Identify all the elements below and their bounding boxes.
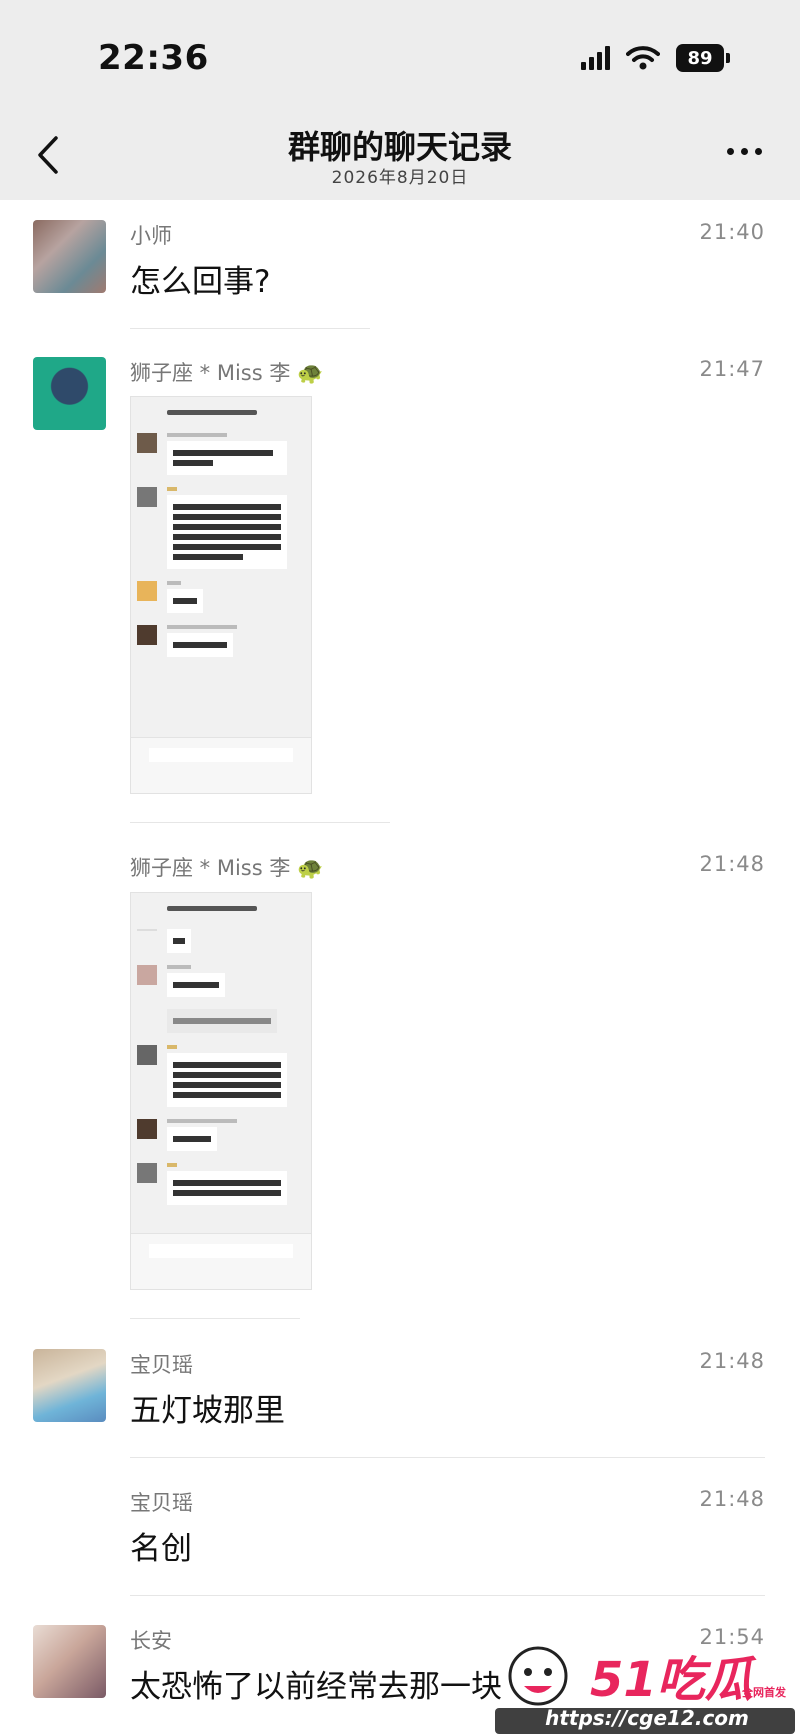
- divider: [130, 328, 370, 329]
- message-text: 五灯坡那里: [130, 1393, 285, 1429]
- avatar[interactable]: [33, 220, 106, 293]
- watermark-url: https://cge12.com: [545, 1706, 749, 1730]
- message-text: 名创: [130, 1531, 192, 1567]
- screenshot-attachment[interactable]: [130, 396, 312, 794]
- sender-name: 狮子座 * Miss 李 🐢: [130, 357, 323, 387]
- sender-name-text: 狮子座 * Miss 李: [130, 361, 291, 385]
- message-time: 21:47: [699, 357, 765, 381]
- sender-name: 长安: [130, 1629, 172, 1653]
- screenshot-attachment[interactable]: [130, 892, 312, 1290]
- divider: [130, 822, 390, 823]
- avatar[interactable]: [33, 357, 106, 430]
- top-bar: 22:36 89 群聊的聊天记录 2026年8月20日: [0, 0, 800, 200]
- message-time: 21:48: [699, 852, 765, 876]
- wifi-icon: [626, 46, 660, 70]
- sender-name-text: 狮子座 * Miss 李: [130, 856, 291, 880]
- battery-level: 89: [676, 44, 724, 72]
- cellular-signal-icon: [581, 46, 610, 70]
- watermark-tagline: 全网首发: [742, 1686, 786, 1699]
- divider: [130, 1457, 765, 1458]
- turtle-icon: 🐢: [297, 856, 324, 880]
- sender-name: 宝贝瑶: [130, 1491, 193, 1515]
- page-subtitle-date: 2026年8月20日: [331, 168, 469, 188]
- status-icons: 89: [581, 44, 730, 72]
- message-item: 小师 21:40 怎么回事?: [0, 220, 800, 330]
- avatar[interactable]: [33, 1625, 106, 1698]
- status-time: 22:36: [98, 38, 209, 78]
- message-time: 21:48: [699, 1349, 765, 1373]
- more-options-icon[interactable]: [727, 148, 762, 155]
- message-time: 21:48: [699, 1487, 765, 1511]
- divider: [130, 1318, 300, 1319]
- divider: [130, 1595, 765, 1596]
- sender-name: 宝贝瑶: [130, 1353, 193, 1377]
- watermark-brand: 51吃瓜: [590, 1652, 753, 1708]
- sender-name: 狮子座 * Miss 李 🐢: [130, 852, 323, 882]
- message-time: 21:40: [699, 220, 765, 244]
- page-title: 群聊的聊天记录: [287, 128, 512, 166]
- avatar[interactable]: [33, 1349, 106, 1422]
- turtle-icon: 🐢: [297, 361, 324, 385]
- battery-icon: 89: [676, 44, 730, 72]
- message-text: 太恐怖了以前经常去那一块: [130, 1669, 502, 1705]
- sender-name: 小师: [130, 224, 172, 248]
- message-text: 怎么回事?: [130, 264, 271, 300]
